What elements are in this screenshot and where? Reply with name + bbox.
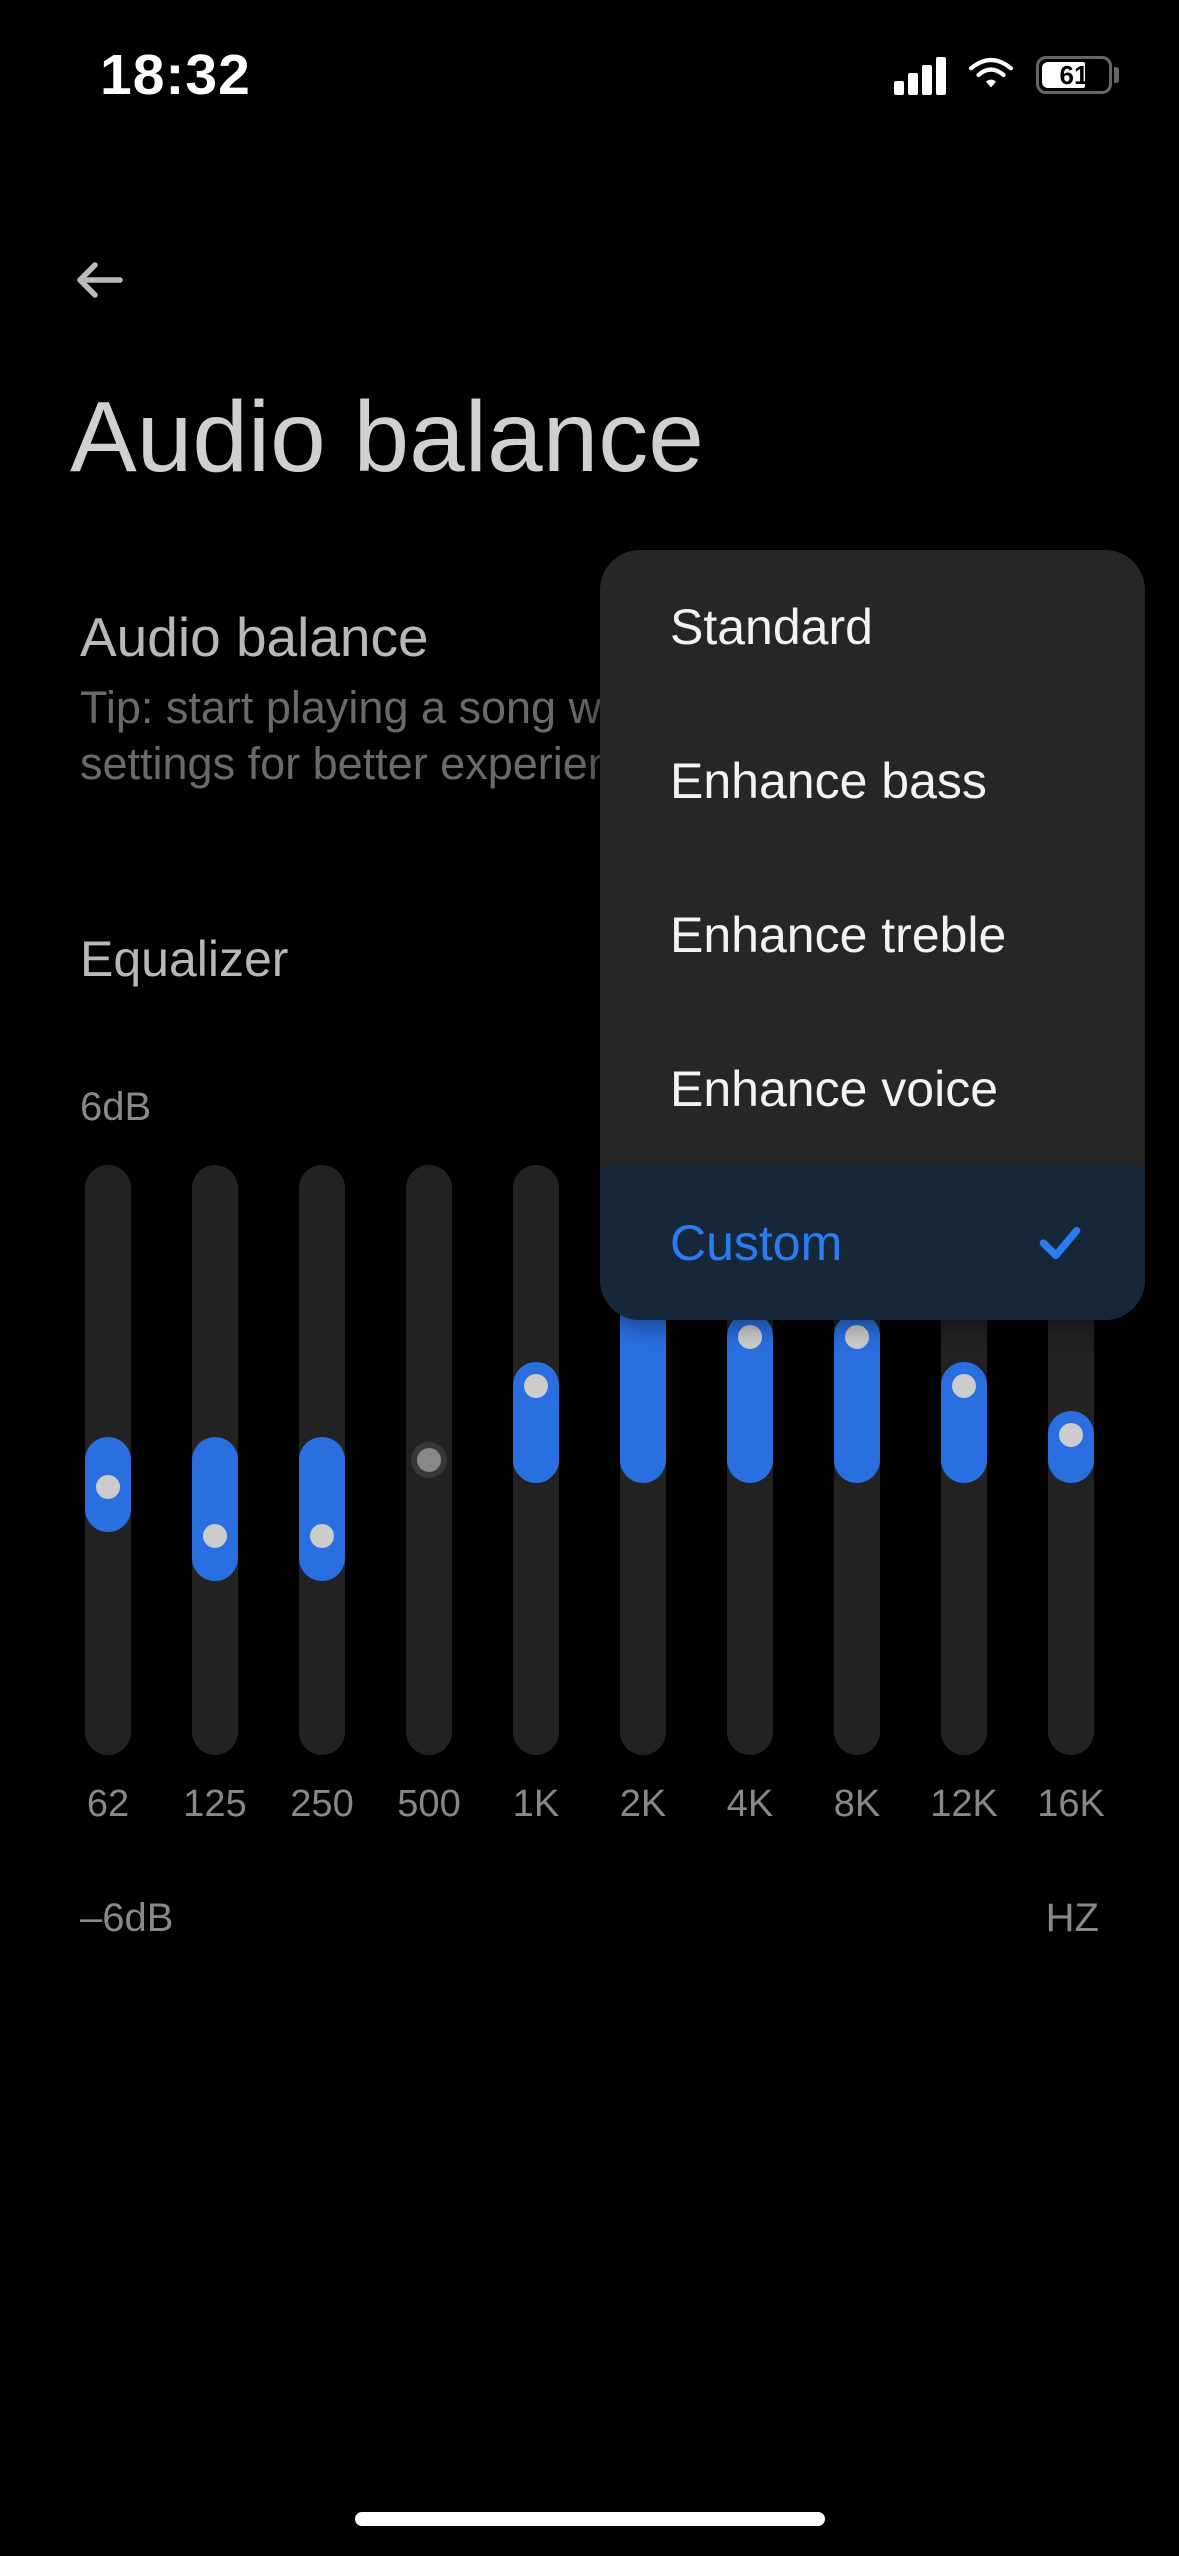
eq-freq-label: 125 [183, 1783, 246, 1826]
eq-slider-62[interactable] [85, 1165, 131, 1755]
eq-thumb[interactable] [96, 1475, 120, 1499]
home-indicator[interactable] [355, 2512, 825, 2526]
eq-thumb[interactable] [310, 1524, 334, 1548]
eq-freq-label: 1K [513, 1783, 559, 1826]
preset-option-label: Custom [670, 1214, 842, 1272]
eq-band-62: 62 [80, 1165, 136, 1826]
eq-band-125: 125 [187, 1165, 243, 1826]
battery-icon: 61 [1036, 56, 1119, 94]
status-bar: 18:32 61 [0, 0, 1179, 150]
eq-slider-250[interactable] [299, 1165, 345, 1755]
eq-thumb[interactable] [1059, 1423, 1083, 1447]
eq-freq-label: 16K [1037, 1783, 1105, 1826]
check-icon [1035, 1218, 1085, 1268]
eq-thumb[interactable] [203, 1524, 227, 1548]
battery-percent: 61 [1060, 60, 1089, 91]
eq-slider-500[interactable] [406, 1165, 452, 1755]
eq-freq-label: 62 [87, 1783, 129, 1826]
eq-freq-label: 2K [620, 1783, 666, 1826]
preset-option-label: Standard [670, 598, 873, 656]
equalizer-center-line [0, 1380, 1179, 1381]
arrow-left-icon [70, 250, 130, 310]
section-title: Audio balance [80, 605, 429, 669]
preset-option-enhance-voice[interactable]: Enhance voice [600, 1012, 1145, 1166]
preset-option-label: Enhance bass [670, 752, 987, 810]
eq-freq-label: 250 [290, 1783, 353, 1826]
page-title: Audio balance [70, 380, 704, 495]
status-right: 61 [894, 55, 1119, 95]
eq-freq-label: 12K [930, 1783, 998, 1826]
eq-slider-1K[interactable] [513, 1165, 559, 1755]
back-button[interactable] [70, 250, 150, 330]
db-min-label: –6dB [80, 1896, 173, 1941]
preset-option-custom[interactable]: Custom [600, 1166, 1145, 1320]
eq-freq-label: 500 [397, 1783, 460, 1826]
eq-band-1K: 1K [508, 1165, 564, 1826]
preset-option-label: Enhance treble [670, 906, 1006, 964]
eq-thumb[interactable] [524, 1374, 548, 1398]
freq-unit-label: HZ [1046, 1896, 1099, 1941]
preset-option-label: Enhance voice [670, 1060, 998, 1118]
eq-slider-125[interactable] [192, 1165, 238, 1755]
eq-band-250: 250 [294, 1165, 350, 1826]
eq-thumb[interactable] [738, 1325, 762, 1349]
preset-option-enhance-bass[interactable]: Enhance bass [600, 704, 1145, 858]
status-time: 18:32 [100, 42, 251, 108]
wifi-icon [966, 55, 1016, 95]
eq-freq-label: 8K [834, 1783, 880, 1826]
eq-thumb[interactable] [417, 1448, 441, 1472]
eq-thumb[interactable] [952, 1374, 976, 1398]
eq-freq-label: 4K [727, 1783, 773, 1826]
eq-band-500: 500 [401, 1165, 457, 1826]
equalizer-preset-dropdown: Standard Enhance bass Enhance treble Enhanc… [600, 550, 1145, 1320]
equalizer-section-label[interactable]: Equalizer [80, 930, 288, 988]
eq-thumb[interactable] [845, 1325, 869, 1349]
preset-option-standard[interactable]: Standard [600, 550, 1145, 704]
preset-option-enhance-treble[interactable]: Enhance treble [600, 858, 1145, 1012]
cellular-signal-icon [894, 55, 946, 95]
